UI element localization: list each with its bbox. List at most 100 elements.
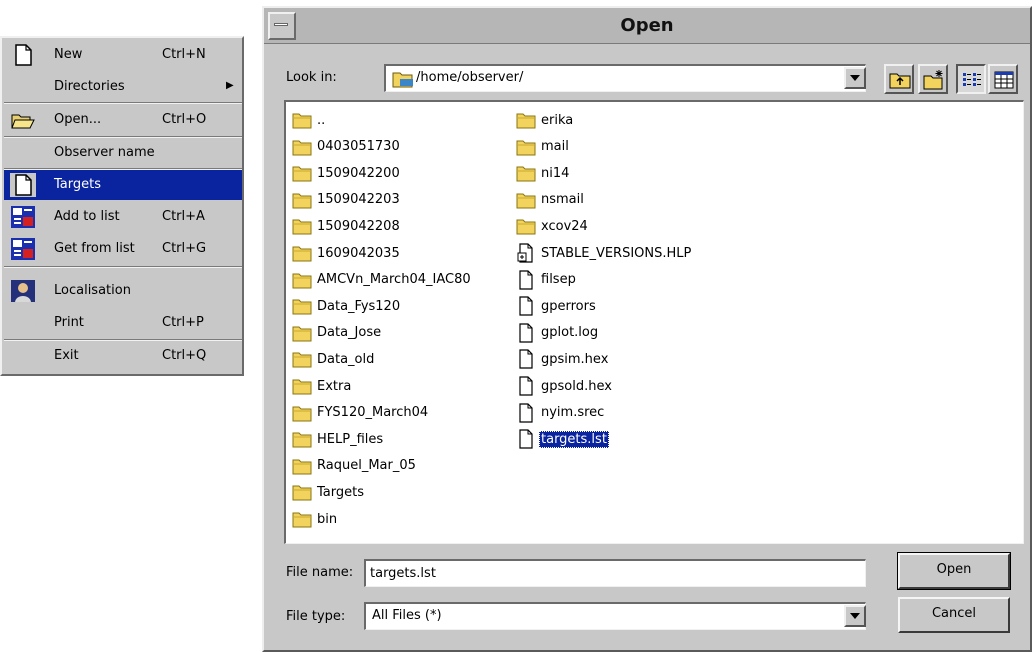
folder-icon [292, 191, 315, 209]
menu-item-targets[interactable]: Targets [4, 170, 242, 200]
menu-shortcut: Ctrl+G [162, 241, 207, 256]
file-list-item[interactable]: Data_old [292, 348, 376, 370]
file-list-item[interactable]: Data_Jose [292, 322, 383, 344]
look-in-dropdown-button[interactable] [844, 67, 866, 89]
file-list-item[interactable]: FYS120_March04 [292, 402, 430, 424]
menu-separator [4, 266, 242, 268]
menu-label: Exit [54, 348, 79, 363]
file-list-item[interactable]: gpsold.hex [516, 375, 614, 397]
new-folder-button[interactable] [918, 64, 948, 94]
file-name: targets.lst [539, 430, 609, 448]
file-icon [516, 402, 539, 423]
menu-item-observer-name[interactable]: Observer name [4, 138, 242, 168]
file-name: filsep [541, 272, 576, 288]
open-button[interactable]: Open [897, 552, 1011, 590]
menu-item-open[interactable]: Open... Ctrl+O [4, 105, 242, 135]
file-list-item[interactable]: 1609042035 [292, 242, 402, 264]
menu-shortcut: Ctrl+N [162, 47, 206, 62]
file-type-value: All Files (*) [372, 608, 442, 623]
file-list-item[interactable]: 0403051730 [292, 136, 402, 158]
file-list-item[interactable]: Extra [292, 375, 353, 397]
folder-icon [292, 404, 315, 422]
file-list-item[interactable]: gpsim.hex [516, 348, 610, 370]
localisation-icon [11, 280, 35, 302]
file-list-item[interactable]: ni14 [516, 162, 571, 184]
file-list-item[interactable]: 1509042200 [292, 162, 402, 184]
file-name: 0403051730 [317, 139, 400, 155]
file-list-item[interactable]: STABLE_VERSIONS.HLP [516, 242, 693, 264]
folder-icon [292, 350, 315, 368]
cancel-button[interactable]: Cancel [898, 597, 1010, 633]
file-list-item[interactable]: HELP_files [292, 428, 385, 450]
file-list-item[interactable]: AMCVn_March04_IAC80 [292, 269, 473, 291]
file-list-item[interactable]: xcov24 [516, 215, 590, 237]
file-name-label: File name: [286, 565, 354, 580]
menu-label: Open... [54, 112, 102, 127]
menu-shortcut: Ctrl+A [162, 209, 205, 224]
file-list-item[interactable]: bin [292, 508, 339, 530]
file-name: Data_Fys120 [317, 298, 401, 314]
folder-icon [292, 164, 315, 182]
up-folder-icon [889, 73, 911, 89]
file-name: Data_Jose [317, 325, 382, 341]
menu-item-add-to-list[interactable]: Add to list Ctrl+A [4, 202, 242, 232]
menu-item-get-from-list[interactable]: Get from list Ctrl+G [4, 234, 242, 264]
up-folder-button[interactable] [884, 64, 914, 94]
menu-label: Print [54, 315, 84, 330]
menu-item-exit[interactable]: Exit Ctrl+Q [4, 341, 242, 371]
file-icon [516, 349, 539, 369]
file-list-item[interactable]: gperrors [516, 295, 598, 317]
file-name: nsmail [541, 192, 584, 208]
file-icon [516, 323, 539, 343]
folder-icon [516, 138, 539, 156]
menu-item-directories[interactable]: Directories ▶ [4, 72, 242, 102]
details-view-button[interactable] [988, 64, 1018, 94]
file-list-item[interactable]: Data_Fys120 [292, 295, 402, 317]
folder-icon [292, 510, 315, 528]
file-list-item[interactable]: filsep [516, 269, 578, 291]
file-name: 1509042203 [317, 192, 400, 208]
list-add-icon [11, 206, 35, 228]
file-name-field[interactable] [364, 559, 866, 587]
file-list[interactable]: .. 0403051730 1509042200 1509042203 15090422… [284, 100, 1024, 544]
menu-label: Targets [54, 177, 101, 192]
file-list-item[interactable]: erika [516, 109, 575, 131]
list-view-icon [963, 73, 981, 86]
file-list-item[interactable]: .. [292, 109, 327, 131]
file-type-dropdown-button[interactable] [844, 605, 866, 627]
file-list-item[interactable]: nsmail [516, 189, 586, 211]
file-list-item[interactable]: gplot.log [516, 322, 600, 344]
document-icon [10, 173, 36, 197]
menu-item-localisation[interactable]: Localisation [4, 276, 242, 306]
open-folder-icon [11, 114, 35, 129]
menu-shortcut: Ctrl+P [162, 315, 204, 330]
menu-separator [4, 102, 242, 104]
file-name: erika [541, 112, 574, 128]
folder-icon [516, 191, 539, 209]
list-get-icon [11, 238, 35, 260]
file-list-item[interactable]: 1509042203 [292, 189, 402, 211]
file-name-input[interactable] [368, 563, 861, 583]
file-list-item[interactable]: Targets [292, 481, 366, 503]
file-list-item[interactable]: nyim.srec [516, 402, 606, 424]
file-icon [516, 429, 539, 449]
folder-icon [292, 483, 315, 501]
menu-item-new[interactable]: New Ctrl+N [4, 40, 242, 70]
file-list-item[interactable]: mail [516, 136, 571, 158]
file-name: AMCVn_March04_IAC80 [317, 272, 471, 288]
file-name: STABLE_VERSIONS.HLP [541, 245, 692, 261]
file-name: nyim.srec [541, 405, 605, 421]
file-list-item[interactable]: targets.lst [516, 428, 609, 450]
file-name: ni14 [541, 165, 570, 181]
file-name: 1509042200 [317, 165, 400, 181]
file-type-select[interactable]: All Files (*) [364, 602, 866, 630]
file-name: gpsim.hex [541, 351, 609, 367]
file-list-item[interactable]: 1509042208 [292, 215, 402, 237]
file-list-item[interactable]: Raquel_Mar_05 [292, 455, 418, 477]
dialog-title: Open [620, 15, 674, 36]
look-in-select[interactable]: /home/observer/ [384, 64, 866, 92]
folder-icon [292, 324, 315, 342]
menu-item-print[interactable]: Print Ctrl+P [4, 308, 242, 338]
look-in-label: Look in: [286, 70, 337, 85]
list-view-button[interactable] [956, 64, 986, 94]
